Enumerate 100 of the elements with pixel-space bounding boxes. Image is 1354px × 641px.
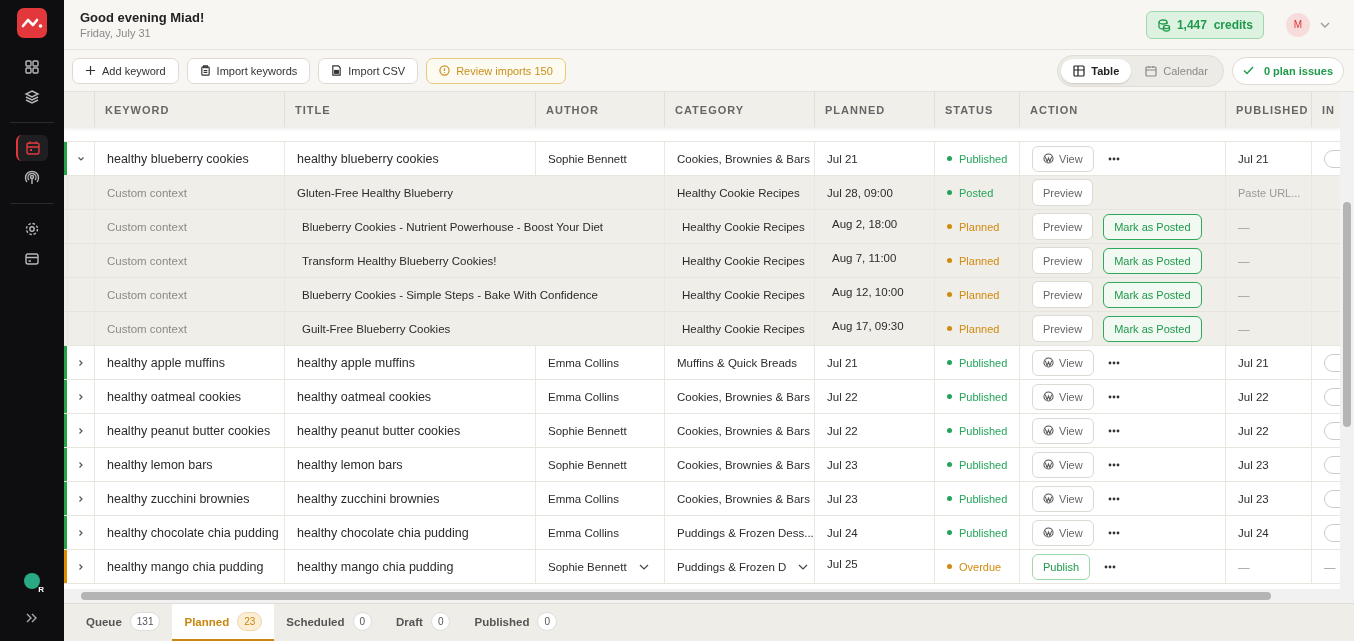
title-cell: healthy lemon bars	[297, 457, 403, 472]
variant-title: Guilt-Free Blueberry Cookies	[302, 322, 451, 335]
expand-icon[interactable]	[26, 613, 38, 623]
author-cell: Emma Collins	[548, 492, 619, 505]
more-icon[interactable]	[1107, 462, 1120, 467]
view-button[interactable]: View	[1032, 485, 1094, 512]
published-date: Jul 22	[1238, 390, 1269, 403]
planned-date: Jul 23	[827, 492, 858, 505]
keyword-cell: healthy zucchini brownies	[107, 491, 250, 506]
keyword-cell: healthy mango chia pudding	[107, 559, 264, 574]
status-label: Planned	[959, 322, 1000, 335]
more-icon[interactable]	[1107, 394, 1120, 399]
chevron-right-icon[interactable]	[77, 528, 85, 537]
chevron-right-icon[interactable]	[77, 562, 85, 571]
add-keyword-button[interactable]: Add keyword	[72, 57, 179, 84]
view-button[interactable]: View	[1032, 417, 1094, 444]
preview-button[interactable]: Preview	[1032, 247, 1094, 274]
category-cell: Puddings & Frozen Dess...	[677, 526, 814, 539]
mark-as-posted-button[interactable]: Mark as Posted	[1103, 315, 1202, 342]
import-button[interactable]: Import CSV	[318, 57, 419, 84]
mark-as-posted-button[interactable]: Mark as Posted	[1103, 213, 1202, 240]
calendar-view-tab[interactable]: Calendar	[1133, 58, 1220, 83]
plan-issues-button[interactable]: 0 plan issues	[1231, 56, 1344, 85]
variant-title: Blueberry Cookies - Simple Steps - Bake With Confidence	[302, 288, 598, 301]
status-tab[interactable]: Queue 131	[74, 604, 173, 641]
more-icon[interactable]	[1107, 156, 1120, 161]
mark-as-posted-button[interactable]: Mark as Posted	[1103, 281, 1202, 308]
vertical-scrollbar[interactable]	[1340, 92, 1354, 589]
publish-button[interactable]: Publish	[1032, 553, 1091, 580]
status-label: Published	[959, 424, 1008, 437]
category-cell: Cookies, Brownies & Bars	[677, 458, 810, 471]
url-input[interactable]: Paste URL...	[1238, 186, 1304, 199]
status-label: Planned	[959, 254, 1000, 267]
status-label: Published	[959, 526, 1008, 539]
alert-icon	[439, 65, 451, 76]
chevron-down-icon[interactable]	[77, 154, 85, 163]
published-date: —	[1238, 322, 1250, 335]
more-icon[interactable]	[1107, 496, 1120, 501]
published-date: Jul 23	[1238, 492, 1269, 505]
horizontal-scrollbar[interactable]	[64, 589, 1354, 603]
globe-icon	[1043, 153, 1054, 164]
more-icon[interactable]	[1107, 428, 1120, 433]
import-button[interactable]: Import keywords	[186, 57, 311, 84]
category-cell: Cookies, Brownies & Bars	[677, 424, 810, 437]
chevron-right-icon[interactable]	[77, 426, 85, 435]
view-button[interactable]: View	[1032, 145, 1094, 172]
chevron-right-icon[interactable]	[77, 358, 85, 367]
preview-button[interactable]: Preview	[1032, 179, 1094, 206]
planned-date: Jul 21	[827, 356, 858, 369]
mark-as-posted-button[interactable]: Mark as Posted	[1103, 247, 1202, 274]
globe-icon	[1043, 493, 1054, 504]
view-button[interactable]: View	[1032, 383, 1094, 410]
variant-title: Blueberry Cookies - Nutrient Powerhouse - Boost Your Diet	[302, 220, 604, 233]
chevron-right-icon[interactable]	[77, 494, 85, 503]
view-button[interactable]: View	[1032, 451, 1094, 478]
view-button[interactable]: View	[1032, 349, 1094, 376]
author-cell: Sophie Bennett	[548, 152, 627, 165]
category-cell: Healthy Cookie Recipes	[682, 254, 805, 267]
app-logo[interactable]	[17, 8, 47, 38]
variant-title: Gluten-Free Healthy Blueberry	[297, 186, 453, 199]
globe-icon	[1043, 391, 1054, 402]
more-icon[interactable]	[1107, 360, 1120, 365]
status-tab[interactable]: Scheduled 0	[274, 604, 385, 641]
title-cell: healthy oatmeal cookies	[297, 389, 432, 404]
credits-badge[interactable]: 1,447 credits	[1145, 10, 1264, 39]
preview-button[interactable]: Preview	[1032, 281, 1094, 308]
calendar-icon[interactable]	[16, 135, 48, 161]
more-icon[interactable]	[1104, 564, 1117, 569]
author-cell: Sophie Bennett	[548, 424, 627, 437]
status-tab[interactable]: Published 0	[462, 604, 569, 641]
title-cell: healthy mango chia pudding	[297, 559, 454, 574]
chevron-right-icon[interactable]	[77, 460, 85, 469]
keyword-cell: healthy oatmeal cookies	[107, 389, 242, 404]
greeting-title: Good evening Miad!	[80, 10, 206, 25]
context-label: Custom context	[107, 322, 187, 335]
preview-button[interactable]: Preview	[1032, 315, 1094, 342]
more-icon[interactable]	[1107, 530, 1120, 535]
context-label: Custom context	[107, 186, 187, 199]
column-header: KEYWORD	[94, 92, 284, 127]
planned-date: Jul 23	[827, 458, 858, 471]
chevron-right-icon[interactable]	[77, 392, 85, 401]
status-label: Published	[959, 390, 1008, 403]
status-label: Published	[959, 152, 1008, 165]
status-tab[interactable]: Planned 23	[172, 604, 275, 641]
column-header: TITLE	[284, 92, 535, 127]
preview-button[interactable]: Preview	[1032, 213, 1094, 240]
category-dropdown[interactable]: Puddings & Frozen D	[677, 560, 809, 573]
published-date: —	[1238, 560, 1250, 573]
view-button[interactable]: View	[1032, 519, 1094, 546]
status-label: Planned	[959, 288, 1000, 301]
table-view-tab[interactable]: Table	[1061, 58, 1132, 83]
keyword-cell: healthy chocolate chia pudding	[107, 525, 279, 540]
planned-date: Jul 21	[827, 152, 858, 165]
author-dropdown[interactable]: Sophie Bennett	[548, 560, 649, 573]
status-tab[interactable]: Draft 0	[384, 604, 463, 641]
user-avatar[interactable]: M	[1286, 12, 1310, 37]
globe-icon	[1043, 425, 1054, 436]
category-cell: Muffins & Quick Breads	[677, 356, 797, 369]
published-date: Jul 22	[1238, 424, 1269, 437]
category-cell: Healthy Cookie Recipes	[682, 322, 805, 335]
